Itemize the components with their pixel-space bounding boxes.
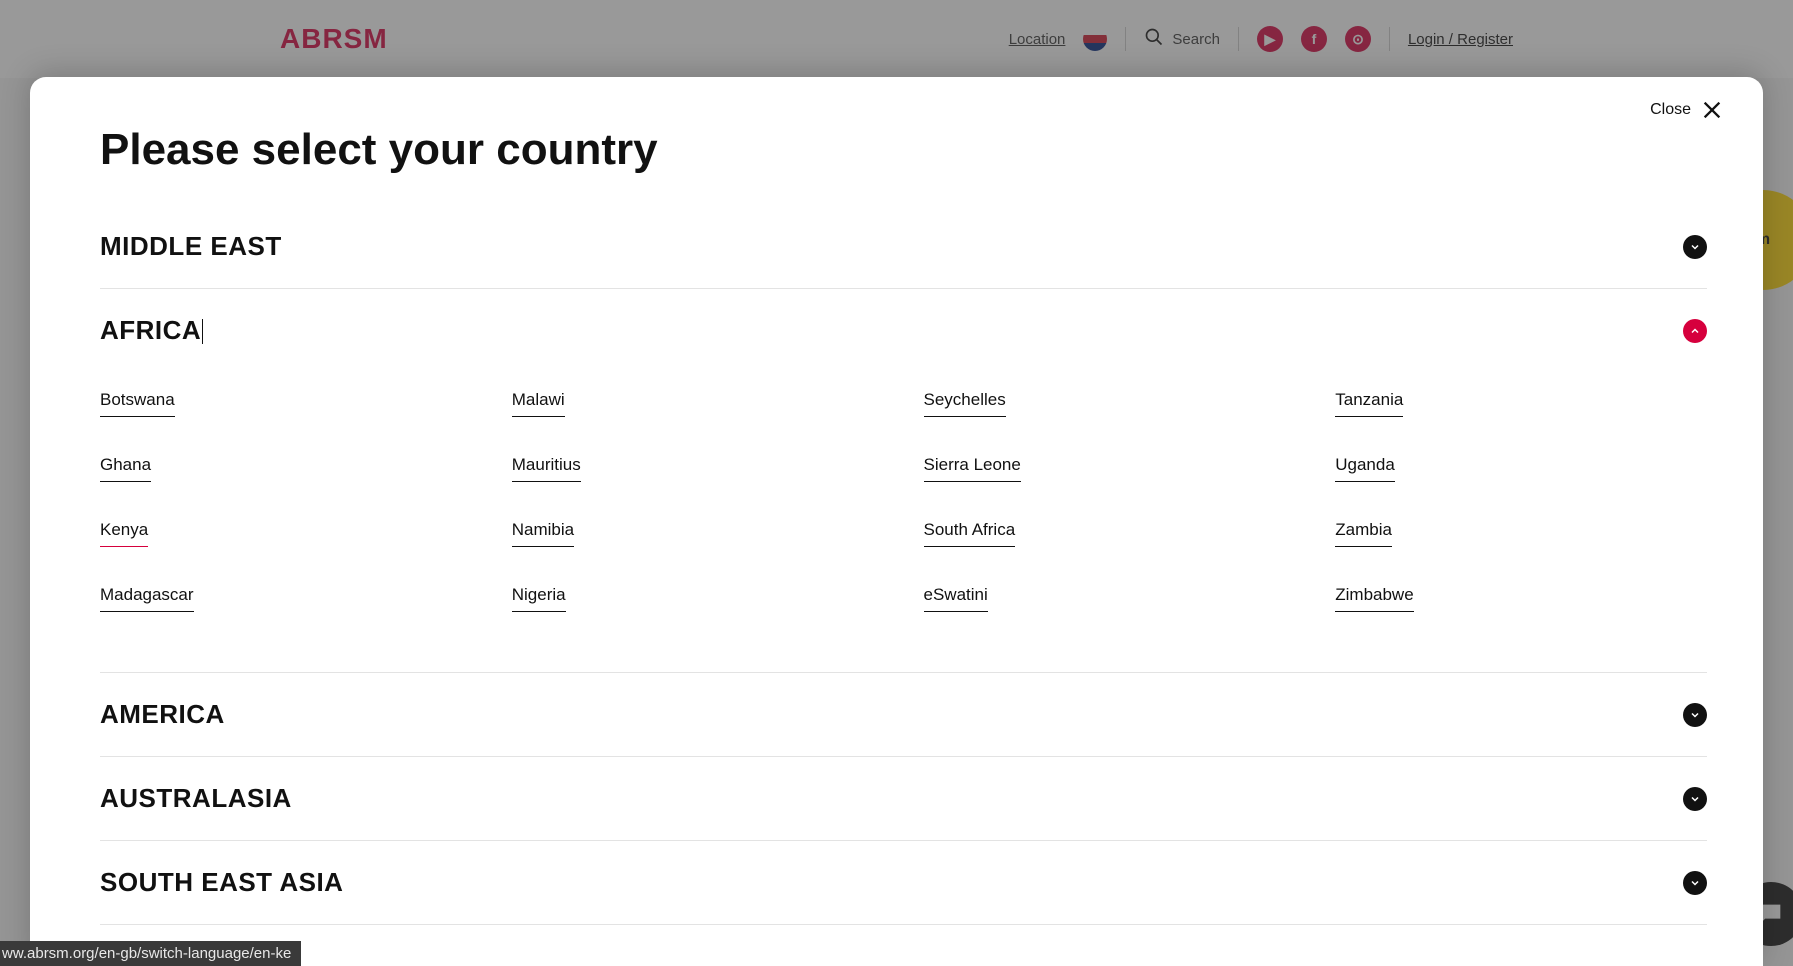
modal-title: Please select your country — [30, 105, 1763, 205]
browser-status-bar: ww.abrsm.org/en-gb/switch-language/en-ke — [0, 941, 301, 966]
country-tanzania[interactable]: Tanzania — [1335, 390, 1403, 417]
close-button[interactable]: Close — [1650, 99, 1723, 121]
region-toggle-australasia[interactable]: AUSTRALASIA — [100, 757, 1707, 840]
region-title: MIDDLE EAST — [100, 231, 282, 262]
modal-scroll-area[interactable]: MIDDLE EAST AFRICA Botswana Malawi Seych… — [30, 205, 1763, 966]
region-toggle-america[interactable]: AMERICA — [100, 673, 1707, 756]
country-mauritius[interactable]: Mauritius — [512, 455, 581, 482]
chevron-down-icon — [1683, 703, 1707, 727]
region-america: AMERICA — [100, 673, 1707, 757]
region-toggle-middle-east[interactable]: MIDDLE EAST — [100, 205, 1707, 288]
country-ghana[interactable]: Ghana — [100, 455, 151, 482]
region-title: AFRICA — [100, 315, 201, 346]
country-zambia[interactable]: Zambia — [1335, 520, 1392, 547]
chevron-up-icon — [1683, 319, 1707, 343]
region-middle-east: MIDDLE EAST — [100, 205, 1707, 289]
region-title: AMERICA — [100, 699, 225, 730]
country-nigeria[interactable]: Nigeria — [512, 585, 566, 612]
country-grid-africa: Botswana Malawi Seychelles Tanzania Ghan… — [100, 372, 1707, 672]
region-title: AUSTRALASIA — [100, 783, 292, 814]
close-label: Close — [1650, 101, 1691, 119]
chevron-down-icon — [1683, 871, 1707, 895]
region-africa: AFRICA Botswana Malawi Seychelles Tanzan… — [100, 289, 1707, 673]
country-botswana[interactable]: Botswana — [100, 390, 175, 417]
country-kenya[interactable]: Kenya — [100, 520, 148, 547]
country-south-africa[interactable]: South Africa — [924, 520, 1016, 547]
chevron-down-icon — [1683, 235, 1707, 259]
country-namibia[interactable]: Namibia — [512, 520, 574, 547]
region-toggle-africa[interactable]: AFRICA — [100, 289, 1707, 372]
country-select-modal: Close Please select your country MIDDLE … — [30, 77, 1763, 966]
country-madagascar[interactable]: Madagascar — [100, 585, 194, 612]
country-uganda[interactable]: Uganda — [1335, 455, 1395, 482]
region-toggle-south-east-asia[interactable]: SOUTH EAST ASIA — [100, 841, 1707, 924]
country-malawi[interactable]: Malawi — [512, 390, 565, 417]
country-sierra-leone[interactable]: Sierra Leone — [924, 455, 1021, 482]
country-seychelles[interactable]: Seychelles — [924, 390, 1006, 417]
region-title: SOUTH EAST ASIA — [100, 867, 343, 898]
close-icon — [1701, 99, 1723, 121]
chevron-down-icon — [1683, 787, 1707, 811]
region-south-east-asia: SOUTH EAST ASIA — [100, 841, 1707, 925]
country-zimbabwe[interactable]: Zimbabwe — [1335, 585, 1413, 612]
region-australasia: AUSTRALASIA — [100, 757, 1707, 841]
country-eswatini[interactable]: eSwatini — [924, 585, 988, 612]
